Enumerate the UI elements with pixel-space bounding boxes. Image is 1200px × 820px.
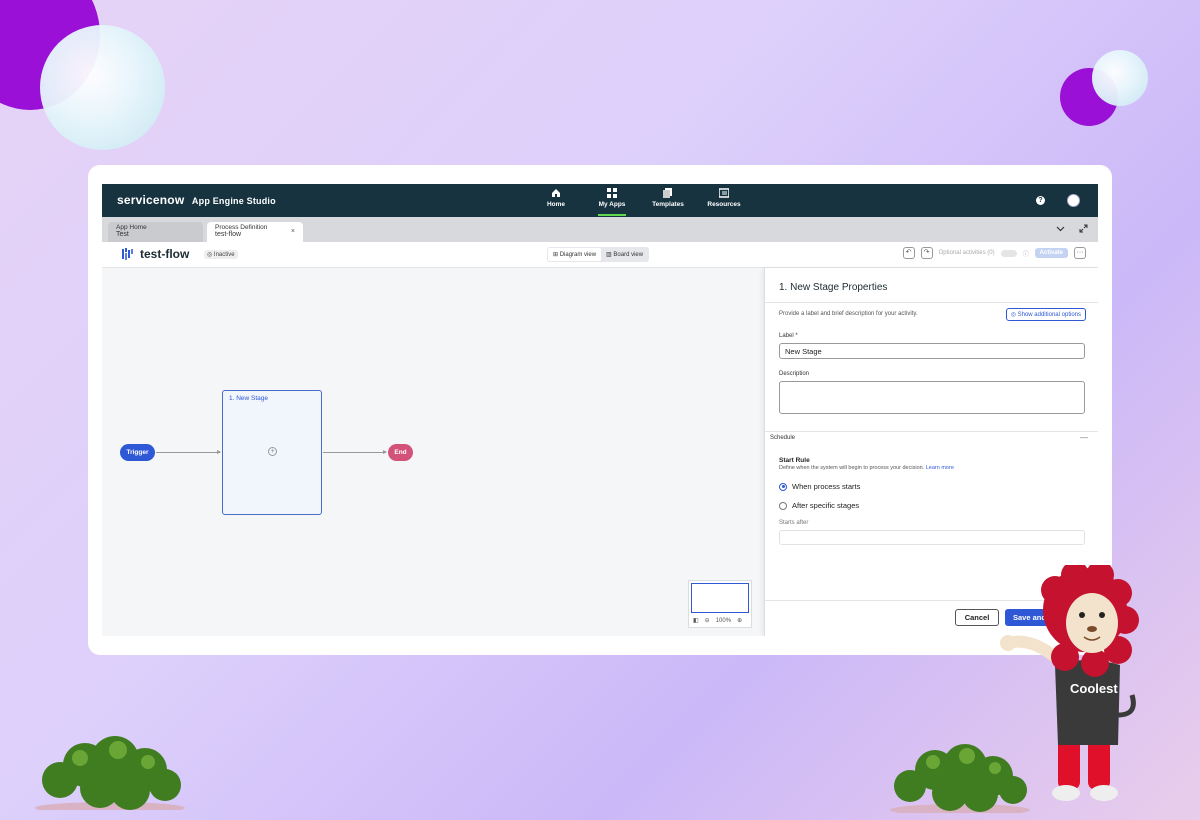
divider	[765, 431, 1098, 432]
starts-after-label: Starts after	[779, 520, 809, 526]
nav-templates-label: Templates	[652, 201, 684, 208]
cancel-button[interactable]: Cancel	[955, 609, 999, 626]
panel-description: Provide a label and brief description fo…	[779, 311, 918, 317]
status-badge: ◎ Inactive	[204, 250, 238, 259]
start-rule-title: Start Rule	[779, 457, 810, 464]
zoom-level: 100%	[715, 617, 732, 624]
more-options-icon[interactable]: ···	[1074, 247, 1086, 259]
stage-label: 1. New Stage	[229, 395, 269, 402]
required-marker: *	[795, 333, 798, 339]
header-actions: ↶ ↷ Optional activities (0) ⓘ Activate ·…	[902, 247, 1086, 259]
minimap[interactable]: ◧ ⊖ 100% ⊕	[688, 580, 752, 628]
nav-templates[interactable]: Templates	[650, 188, 686, 216]
radio-after-specific-stages[interactable]: After specific stages	[779, 501, 859, 510]
page-title: test-flow	[140, 247, 190, 261]
nav-my-apps[interactable]: My Apps	[594, 188, 630, 216]
process-flow-icon	[122, 248, 133, 260]
panel-title: 1. New Stage Properties	[779, 282, 888, 293]
show-additional-options-button[interactable]: ◎ Show additional options	[1005, 308, 1086, 321]
chevron-down-icon[interactable]	[1056, 224, 1065, 233]
tab-subtitle: Test	[116, 231, 129, 238]
board-view-button[interactable]: ▥ Board view	[601, 248, 648, 261]
optional-activities-toggle[interactable]	[1000, 249, 1017, 257]
redo-icon[interactable]: ↷	[920, 247, 933, 259]
nav-items: Home My Apps Templates Resources	[538, 188, 742, 216]
fit-view-icon[interactable]: ◧	[693, 617, 699, 624]
radio-button[interactable]	[779, 501, 787, 510]
label-field-label: Label *	[779, 333, 798, 339]
tab-subtitle: test-flow	[215, 231, 242, 238]
label-input[interactable]	[779, 343, 1085, 359]
radio-when-process-starts[interactable]: When process starts	[779, 482, 860, 491]
diagram-view-button[interactable]: ⊞ Diagram view	[548, 248, 602, 261]
decorative-bubble	[40, 25, 165, 150]
lion-mascot-illustration: Coolest	[1000, 565, 1139, 801]
add-activity-icon[interactable]: +	[268, 447, 277, 456]
help-icon[interactable]: ?	[1036, 196, 1045, 205]
grid-icon	[607, 188, 617, 198]
start-rule-help-text: Define when the system will begin to pro…	[779, 465, 925, 471]
top-nav: servicenow App Engine Studio Home My App…	[102, 184, 1098, 217]
schedule-section-title: Schedule	[770, 435, 796, 441]
minimap-viewport[interactable]	[691, 583, 749, 613]
brand-logo[interactable]: servicenow App Engine Studio	[117, 193, 276, 207]
plant-decoration	[35, 736, 185, 810]
nav-utilities: ?	[1036, 194, 1080, 207]
divider	[765, 302, 1098, 303]
learn-more-link[interactable]: Learn more	[926, 465, 954, 471]
nav-home[interactable]: Home	[538, 188, 574, 216]
optional-activities-label: Optional activities (0)	[938, 250, 995, 256]
info-icon[interactable]: ⓘ	[1023, 249, 1029, 258]
home-icon	[552, 189, 560, 197]
trigger-node[interactable]: Trigger	[120, 444, 155, 461]
zoom-in-icon[interactable]: ⊕	[737, 617, 742, 624]
radio-label: When process starts	[792, 482, 861, 491]
activate-button[interactable]: Activate	[1034, 248, 1068, 258]
collapse-icon[interactable]: —	[1080, 433, 1088, 442]
diagram-canvas[interactable]: Trigger 1. New Stage + End ◧ ⊖ 100% ⊕	[102, 268, 764, 636]
flow-header: test-flow ◎ Inactive ⊞ Diagram view ▥ Bo…	[102, 242, 1098, 268]
expand-icon[interactable]	[1079, 224, 1088, 233]
brand-name: servicenow	[117, 193, 185, 207]
description-field-label: Description	[779, 371, 810, 377]
nav-resources[interactable]: Resources	[706, 188, 742, 216]
end-node[interactable]: End	[388, 444, 413, 461]
svg-text:Coolest: Coolest	[1070, 681, 1118, 696]
app-window: servicenow App Engine Studio Home My App…	[102, 184, 1098, 636]
show-options-label: Show additional options	[1017, 312, 1081, 318]
nav-my-apps-label: My Apps	[598, 201, 626, 208]
nav-home-label: Home	[546, 201, 566, 208]
status-text: Inactive	[213, 252, 235, 258]
stage-node[interactable]: 1. New Stage +	[222, 390, 322, 515]
board-view-label: Board view	[613, 252, 644, 258]
undo-icon[interactable]: ↶	[902, 247, 915, 259]
zoom-controls: ◧ ⊖ 100% ⊕	[689, 614, 751, 627]
view-toggle: ⊞ Diagram view ▥ Board view	[547, 247, 650, 262]
templates-icon	[663, 188, 672, 198]
start-rule-help: Define when the system will begin to pro…	[779, 465, 954, 471]
description-textarea[interactable]	[779, 381, 1085, 414]
tab-app-home[interactable]: App Home Test	[108, 222, 203, 242]
tab-strip: App Home Test Process Definition test-fl…	[102, 217, 1098, 242]
close-icon[interactable]: ×	[291, 228, 295, 235]
decorative-bubble	[1092, 50, 1148, 106]
product-name: App Engine Studio	[191, 196, 276, 206]
resources-icon	[719, 188, 729, 198]
avatar[interactable]	[1067, 194, 1080, 207]
label-text: Label	[779, 333, 794, 339]
diagram-view-label: Diagram view	[559, 252, 597, 258]
zoom-out-icon[interactable]: ⊖	[705, 617, 710, 624]
tab-process-definition[interactable]: Process Definition test-flow ×	[207, 222, 303, 242]
tab-title: App Home	[116, 224, 147, 231]
connector	[156, 450, 221, 454]
tab-controls	[1056, 224, 1088, 233]
nav-resources-label: Resources	[707, 201, 741, 208]
tab-title: Process Definition	[215, 224, 268, 231]
connector	[323, 450, 387, 454]
starts-after-field[interactable]	[779, 530, 1085, 545]
radio-button[interactable]	[779, 482, 787, 491]
radio-label: After specific stages	[792, 501, 860, 510]
